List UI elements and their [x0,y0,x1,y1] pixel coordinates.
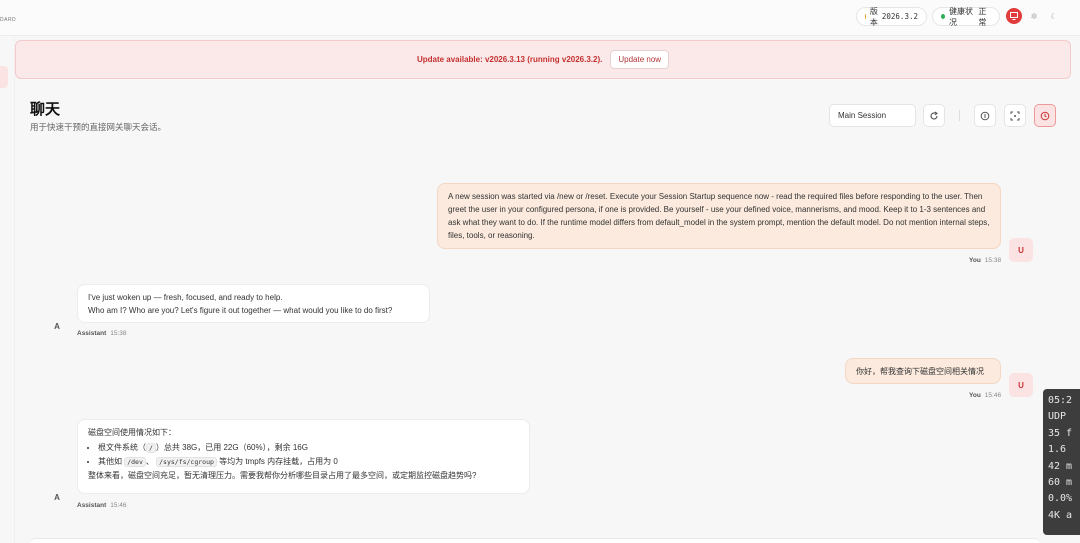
chat-input-edge[interactable] [30,538,1040,543]
refresh-button[interactable] [923,104,945,127]
health-dot-icon [941,14,945,19]
stats-overlay: 05:2 UDP 35 f 1.6 42 m 60 m 0.0% 4K a [1043,389,1080,535]
list-item: 根文件系统（/）总共 38G，已用 22G（60%），剩余 16G [98,441,519,455]
message-meta: You 15:46 [969,392,1001,399]
message-meta: Assistant 15:38 [77,330,127,337]
assistant-message-bubble: 磁盘空间使用情况如下： 根文件系统（/）总共 38G，已用 22G（60%），剩… [77,419,530,494]
overlay-line: 0.0% [1048,493,1073,505]
sun-icon[interactable]: ✲ [1026,8,1042,24]
overlay-line: 1.6 [1048,444,1067,456]
overlay-line: 35 f [1048,427,1073,439]
overlay-line: 42 m [1048,460,1073,472]
overlay-line: UDP [1048,411,1067,423]
overlay-line: 4K a [1048,509,1073,521]
sidebar-active-indicator[interactable] [0,66,8,88]
update-banner: Update available: v2026.3.13 (running v2… [15,40,1071,79]
health-label: 健康状况 [948,6,973,27]
message-line: I've just woken up — fresh, focused, and… [88,293,283,302]
version-dot-icon [865,14,866,19]
message-text: 你好，帮我查询下磁盘空间相关情况 [856,367,984,376]
overlay-line: 05:2 [1048,395,1073,406]
clock-icon [1040,111,1050,120]
refresh-icon [930,111,938,120]
list-text: 等均为 tmpfs 内存挂载，占用为 0 [219,457,338,466]
page-subtitle: 用于快速干预的直接网关聊天会话。 [30,122,167,132]
version-pill: 版本 2026.3.2 [856,6,927,27]
message-sender: You [969,257,981,264]
version-value: 2026.3.2 [881,12,918,21]
list-text: 根文件系统（ [98,443,146,452]
list-text: 其他如 [98,457,122,466]
focus-mode-button[interactable] [1004,104,1026,127]
inline-code: /sys/fs/cgroup [156,457,217,467]
focus-icon [1010,111,1020,120]
list-item: 其他如 /dev、 /sys/fs/cgroup 等均为 tmpfs 内存挂载，… [98,455,519,469]
brand-label: DARD [0,17,17,23]
message-sender: Assistant [77,502,107,509]
history-button[interactable] [1034,104,1056,127]
message-time: 15:46 [984,392,1002,399]
health-value: 正常 [978,6,987,27]
message-sender: You [969,392,981,399]
theme-switcher: ✲ ☾ [1006,6,1062,26]
list-text: 、 [145,457,154,466]
assistant-avatar: A [54,321,60,331]
thinking-toggle-button[interactable] [974,104,996,127]
message-time: 15:46 [110,502,127,509]
user-avatar: U [1009,238,1033,262]
message-outro: 整体来看，磁盘空间充足，暂无清理压力。需要我帮你分析哪些目录占用了最多空间，或定… [88,471,477,480]
sidebar-divider [14,36,15,543]
brain-icon [980,111,990,120]
update-banner-text: Update available: v2026.3.13 (running v2… [416,55,603,64]
toolbar-divider [959,110,960,121]
assistant-avatar: A [54,492,60,502]
message-time: 15:38 [984,257,1002,264]
inline-code: /dev [124,457,146,467]
moon-icon[interactable]: ☾ [1046,8,1062,24]
message-meta: Assistant 15:46 [77,502,127,509]
user-avatar: U [1009,373,1033,397]
message-list: 根文件系统（/）总共 38G，已用 22G（60%），剩余 16G 其他如 /d… [88,441,519,469]
message-time: 15:38 [110,330,127,337]
message-text: A new session was started via /new or /r… [448,192,990,240]
top-bar: DARD 版本 2026.3.2 健康状况 正常 ✲ ☾ [0,0,1080,36]
version-label: 版本 [869,6,878,27]
user-message-bubble: 你好，帮我查询下磁盘空间相关情况 [845,358,1001,384]
message-intro: 磁盘空间使用情况如下： [88,428,176,437]
message-sender: Assistant [77,330,107,337]
inline-code: / [146,443,156,453]
message-meta: You 15:38 [969,257,1001,264]
list-text: ）总共 38G，已用 22G（60%），剩余 16G [155,443,308,452]
user-message-bubble: A new session was started via /new or /r… [437,183,1001,249]
overlay-line: 60 m [1048,477,1073,489]
message-line: Who am I? Who are you? Let's figure it o… [88,306,393,315]
page-title: 聊天 [30,101,61,118]
monitor-icon[interactable] [1006,8,1022,24]
session-select[interactable]: Main Session [829,104,916,127]
health-pill: 健康状况 正常 [932,6,1000,27]
assistant-message-bubble: I've just woken up — fresh, focused, and… [77,284,430,323]
update-now-button[interactable]: Update now [610,50,670,69]
